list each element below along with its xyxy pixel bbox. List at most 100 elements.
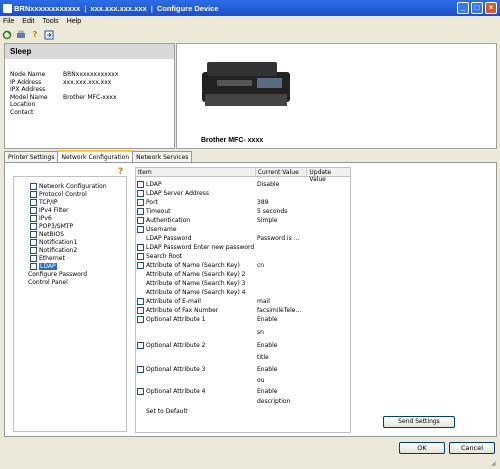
list-row[interactable]: Optional Attribute 1 Enable [136,315,350,323]
checkbox[interactable] [30,182,37,190]
checkbox[interactable] [30,246,37,254]
minimize-button[interactable]: _ [457,2,469,14]
checkbox[interactable] [30,214,37,222]
list-row[interactable]: Attribute of Name (Search Key) 2 [136,270,350,278]
ok-button[interactable]: OK [399,442,445,454]
checkbox[interactable] [30,262,37,270]
checkbox[interactable] [30,230,37,238]
checkbox[interactable] [137,365,144,373]
list-row[interactable]: Authentication Simple [136,216,350,224]
menu-help[interactable]: Help [67,18,81,25]
row-label: Attribute of Name (Search Key) 4 [146,288,246,296]
checkbox[interactable] [137,297,144,305]
list-row[interactable]: Optional Attribute 3 Enable [136,365,350,373]
list-row[interactable]: Optional Attribute 2 Enable [136,341,350,349]
refresh-icon[interactable] [2,30,12,40]
tree-item-ipv6[interactable]: IPv6 [30,214,52,222]
list-row[interactable]: sn [136,328,350,336]
checkbox[interactable] [137,315,144,323]
settings-tree: Network Configuration Protocol Control T… [13,176,127,432]
resize-grip-icon[interactable]: ◢ [491,460,499,468]
checkbox[interactable] [30,222,37,230]
info-label: Contact [10,108,34,116]
checkbox[interactable] [30,254,37,262]
list-row[interactable]: Attribute of Name (Search Key) 4 [136,288,350,296]
checkbox[interactable] [137,252,144,260]
checkbox[interactable] [137,387,144,395]
row-label: Attribute of Name (Search Key) 2 [146,270,246,278]
checkbox[interactable] [30,190,37,198]
tree-item-tcp-ip[interactable]: TCP/IP [30,198,58,206]
checkbox[interactable] [137,306,144,314]
tree-item-ipv4-filter[interactable]: IPv4 Filter [30,206,69,214]
checkbox[interactable] [30,198,37,206]
row-label: Username [146,225,177,233]
tree-item-configure-password[interactable]: Configure Password [28,270,87,278]
checkbox[interactable] [137,261,144,269]
checkbox[interactable] [137,216,144,224]
row-label: Attribute of Fax Number [146,306,219,314]
printer-model-caption: Brother MFC- xxxx [201,137,264,144]
list-row[interactable]: Attribute of Fax Number facsimileTele... [136,306,350,314]
list-row[interactable]: Username [136,225,350,233]
list-row[interactable]: description [136,397,350,405]
list-row[interactable]: Attribute of E-mail mail [136,297,350,305]
info-row: Contact [10,109,118,117]
checkbox[interactable] [137,225,144,233]
print-settings-icon[interactable] [16,30,26,40]
row-label: Optional Attribute 4 [146,387,206,395]
menu-file[interactable]: File [3,18,14,25]
tree-item-pop3-smtp[interactable]: POP3/SMTP [30,222,73,230]
tree-item-network-configuration[interactable]: Network Configuration [30,182,107,190]
status-panel: Sleep Node Name BRNxxxxxxxxxxxx IP Addres… [4,43,175,149]
row-value: mail [257,297,270,305]
tab-network-configuration[interactable]: Network Configuration [57,150,134,162]
list-row[interactable]: Attribute of Name (Search Key) cn [136,261,350,269]
checkbox[interactable] [30,206,37,214]
tree-item-notification2[interactable]: Notification2 [30,246,77,254]
close-button[interactable]: × [485,2,497,14]
tree-item-netbios[interactable]: NetBIOS [30,230,64,238]
menu-tools[interactable]: Tools [42,18,58,25]
tree-item-label: Notification2 [39,246,78,254]
list-row[interactable]: LDAP Server Address [136,189,350,197]
list-row[interactable]: Timeout 5 seconds [136,207,350,215]
list-row[interactable]: Search Root [136,252,350,260]
maximize-button[interactable]: □ [471,2,483,14]
tree-item-notification1[interactable]: Notification1 [30,238,77,246]
row-value: Simple [257,216,278,224]
list-row[interactable]: Port 389 [136,198,350,206]
list-row[interactable]: LDAP Password Enter new password [136,243,350,251]
tree-item-ldap[interactable]: LDAP [30,262,57,270]
send-settings-button[interactable]: Send Settings [383,416,455,428]
tree-item-protocol-control[interactable]: Protocol Control [30,190,87,198]
help-icon[interactable]: ? [30,30,40,40]
checkbox[interactable] [137,243,144,251]
checkbox[interactable] [137,198,144,206]
list-row[interactable]: Optional Attribute 4 Enable [136,387,350,395]
row-value: facsimileTele... [257,306,302,314]
settings-list: Item Current Value Update Value LDAP Disa… [135,167,351,433]
list-row[interactable]: title [136,353,350,361]
list-row[interactable]: LDAP Password Password is ... [136,234,350,242]
column-header-update-value[interactable]: Update Value [307,168,350,183]
menu-edit[interactable]: Edit [22,18,34,25]
checkbox[interactable] [137,180,144,188]
tree-item-ethernet[interactable]: Ethernet [30,254,65,262]
checkbox[interactable] [137,341,144,349]
checkbox[interactable] [137,189,144,197]
cancel-button[interactable]: Cancel [449,442,495,454]
tab-printer-settings[interactable]: Printer Settings [4,151,59,162]
tab-network-services[interactable]: Network Services [132,151,193,162]
list-row[interactable]: LDAP Disable [136,180,350,188]
list-row[interactable]: ou [136,376,350,384]
list-header: Item Current Value Update Value [136,168,350,183]
list-row[interactable]: Attribute of Name (Search Key) 3 [136,279,350,287]
checkbox[interactable] [137,207,144,215]
tree-item-control-panel[interactable]: Control Panel [28,278,68,286]
list-row[interactable]: Set to Default [136,407,350,415]
checkbox[interactable] [30,238,37,246]
column-header-item[interactable]: Item [136,168,256,176]
export-icon[interactable] [44,30,54,40]
column-header-current-value[interactable]: Current Value [256,168,308,176]
